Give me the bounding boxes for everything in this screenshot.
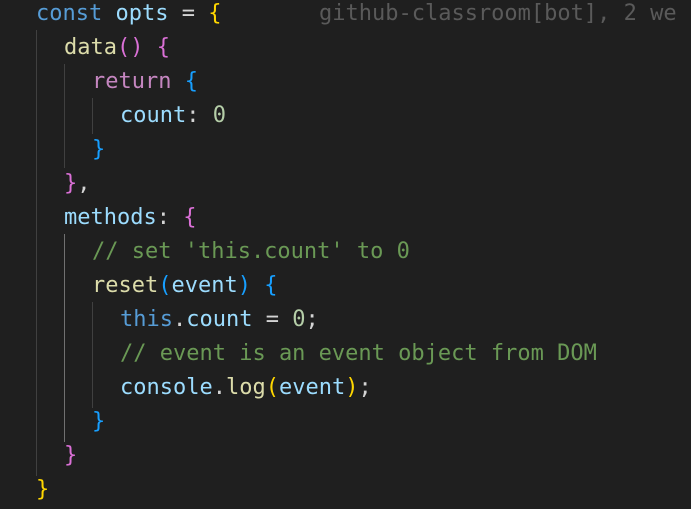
code-line-13[interactable]: } bbox=[92, 405, 105, 439]
bracket: { bbox=[264, 273, 278, 298]
code-line-12[interactable]: console.log(event); bbox=[120, 371, 372, 405]
code-line-4[interactable]: count: 0 bbox=[120, 99, 226, 133]
keyword-const: const bbox=[36, 1, 103, 26]
code-line-8[interactable]: // set 'this.count' to 0 bbox=[92, 235, 410, 269]
git-blame-annotation: github-classroom[bot], 2 we bbox=[319, 1, 677, 26]
bracket: ) bbox=[237, 273, 251, 298]
number-literal: 0 bbox=[292, 307, 306, 332]
operator: = bbox=[181, 1, 195, 26]
bracket: } bbox=[64, 443, 78, 468]
keyword-return: return bbox=[92, 69, 172, 94]
punctuation: . bbox=[212, 375, 226, 400]
punctuation: ; bbox=[305, 307, 319, 332]
indent-guide bbox=[64, 64, 65, 168]
code-editor[interactable]: const opts = { github-classroom[bot], 2 … bbox=[0, 0, 691, 509]
operator: = bbox=[265, 307, 279, 332]
bracket: ( bbox=[265, 375, 279, 400]
bracket: } bbox=[92, 137, 106, 162]
parameter: event bbox=[278, 375, 346, 400]
code-line-2[interactable]: data() { bbox=[64, 31, 170, 65]
bracket: { bbox=[183, 205, 197, 230]
code-line-11[interactable]: // event is an event object from DOM bbox=[120, 337, 597, 371]
code-line-14[interactable]: } bbox=[64, 439, 77, 473]
code-line-6[interactable]: }, bbox=[64, 167, 91, 201]
function-name: data bbox=[64, 35, 117, 60]
code-line-7[interactable]: methods: { bbox=[64, 201, 196, 235]
code-line-1[interactable]: const opts = { bbox=[36, 0, 221, 31]
indent-guide bbox=[36, 30, 37, 476]
identifier-opts: opts bbox=[115, 1, 169, 26]
bracket: { bbox=[184, 69, 198, 94]
bracket: } bbox=[36, 477, 50, 502]
property: count bbox=[186, 307, 253, 332]
bracket: } bbox=[92, 409, 106, 434]
bracket: ( bbox=[158, 273, 172, 298]
bracket: { bbox=[156, 35, 170, 60]
punctuation: ; bbox=[358, 375, 372, 400]
code-line-3[interactable]: return { bbox=[92, 65, 198, 99]
bracket: () bbox=[116, 35, 144, 60]
identifier-console: console bbox=[120, 375, 213, 400]
function-name: log bbox=[225, 375, 266, 400]
punctuation: . bbox=[172, 307, 187, 332]
code-line-10[interactable]: this.count = 0; bbox=[120, 303, 319, 337]
indent-guide bbox=[92, 302, 93, 408]
bracket: { bbox=[208, 1, 222, 26]
indent-guide-active bbox=[64, 234, 65, 442]
keyword-this: this bbox=[120, 307, 173, 332]
operator: : bbox=[156, 205, 170, 230]
bracket: } bbox=[64, 171, 78, 196]
parameter: event bbox=[171, 273, 238, 298]
function-name: reset bbox=[92, 273, 159, 298]
punctuation: , bbox=[77, 171, 91, 196]
number-literal: 0 bbox=[212, 103, 226, 128]
bracket: ) bbox=[345, 375, 359, 400]
property: count bbox=[120, 103, 187, 128]
code-line-15[interactable]: } bbox=[36, 473, 49, 507]
indent-guide bbox=[92, 98, 93, 134]
operator: : bbox=[186, 103, 200, 128]
code-line-5[interactable]: } bbox=[92, 133, 105, 167]
code-line-9[interactable]: reset(event) { bbox=[92, 269, 277, 303]
property: methods bbox=[64, 205, 157, 230]
